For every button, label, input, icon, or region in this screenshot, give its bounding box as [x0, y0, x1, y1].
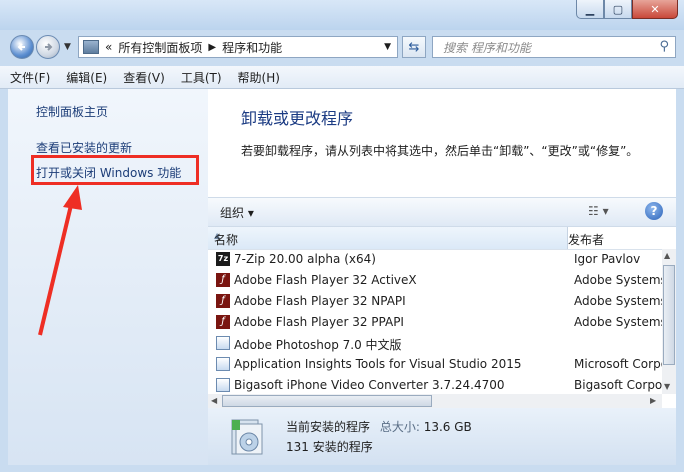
breadcrumb-programs[interactable]: 程序和功能: [222, 39, 282, 56]
table-row[interactable]: ƒ Adobe Flash Player 32 PPAPI Adobe Syst…: [208, 312, 662, 333]
total-size-value: 13.6 GB: [423, 420, 472, 434]
program-publisher: Igor Pavlov: [574, 252, 641, 266]
menu-view[interactable]: 查看(V): [117, 69, 171, 86]
program-name: Adobe Flash Player 32 PPAPI: [234, 315, 404, 329]
search-icon[interactable]: ⚲: [659, 39, 669, 54]
annotation-arrow-icon: [38, 185, 82, 336]
title-bar: ▁ ▢ ✕: [0, 0, 684, 30]
breadcrumb-chevron-icon[interactable]: ▶: [208, 42, 216, 53]
scroll-up-icon[interactable]: ▲: [664, 251, 670, 260]
program-name: Adobe Photoshop 7.0 中文版: [234, 338, 402, 352]
scroll-right-icon[interactable]: ▶: [650, 396, 656, 405]
sidebar: 控制面板主页 查看已安装的更新 打开或关闭 Windows 功能: [8, 89, 208, 465]
table-row[interactable]: 7z 7-Zip 20.00 alpha (x64) Igor Pavlov: [208, 249, 662, 270]
address-dropdown-icon[interactable]: ▼: [384, 42, 391, 52]
table-row[interactable]: ƒ Adobe Flash Player 32 ActiveX Adobe Sy…: [208, 270, 662, 291]
program-name: 7-Zip 20.00 alpha (x64): [234, 252, 376, 266]
program-icon: [216, 336, 230, 350]
table-row[interactable]: Application Insights Tools for Visual St…: [208, 354, 662, 375]
column-publisher[interactable]: 发布者: [568, 231, 604, 248]
horizontal-scrollbar[interactable]: ◀ ▶: [208, 394, 662, 408]
scroll-left-icon[interactable]: ◀: [211, 396, 217, 405]
search-box: ⚲: [432, 36, 676, 58]
program-name: Bigasoft iPhone Video Converter 3.7.24.4…: [234, 378, 505, 392]
table-row[interactable]: Bigasoft iPhone Video Converter 3.7.24.4…: [208, 375, 662, 394]
navigation-bar: ▼ « 所有控制面板项 ▶ 程序和功能 ▼ ⇆ ⚲: [0, 30, 684, 64]
program-publisher: Adobe Systems: [574, 294, 662, 308]
program-publisher: Microsoft Corporation: [574, 357, 662, 371]
close-button[interactable]: ✕: [632, 0, 678, 19]
flash-icon: ƒ: [216, 294, 230, 308]
program-publisher: Adobe Systems: [574, 273, 662, 287]
window-controls: ▁ ▢ ✕: [576, 0, 678, 19]
recent-pages-dropdown[interactable]: ▼: [64, 42, 71, 52]
program-publisher: Bigasoft Corporation: [574, 378, 662, 392]
table-row[interactable]: ƒ Adobe Flash Player 32 NPAPI Adobe Syst…: [208, 291, 662, 312]
vertical-scrollbar[interactable]: ▲ ▼: [662, 249, 676, 394]
menu-bar: 文件(F) 编辑(E) 查看(V) 工具(T) 帮助(H): [0, 66, 684, 89]
program-icon: [216, 378, 230, 392]
back-button[interactable]: [10, 35, 34, 59]
installed-programs-icon: [231, 419, 263, 455]
page-description: 若要卸载程序，请从列表中将其选中，然后单击“卸载”、“更改”或“修复”。: [241, 144, 639, 158]
flash-icon: ƒ: [216, 273, 230, 287]
main-panel: 卸载或更改程序 若要卸载程序，请从列表中将其选中，然后单击“卸载”、“更改”或“…: [208, 89, 676, 465]
menu-tools[interactable]: 工具(T): [175, 69, 228, 86]
program-icon: [216, 357, 230, 371]
breadcrumb-prefix[interactable]: «: [105, 40, 112, 54]
menu-edit[interactable]: 编辑(E): [60, 69, 113, 86]
address-bar[interactable]: « 所有控制面板项 ▶ 程序和功能 ▼: [78, 36, 398, 58]
menu-help[interactable]: 帮助(H): [232, 69, 286, 86]
program-name: Adobe Flash Player 32 NPAPI: [234, 294, 406, 308]
refresh-icon: ⇆: [408, 39, 420, 55]
7zip-icon: 7z: [216, 252, 230, 266]
view-options-button[interactable]: ☷ ▾: [588, 204, 609, 218]
page-title: 卸载或更改程序: [241, 109, 354, 128]
program-name: Application Insights Tools for Visual St…: [234, 357, 522, 371]
breadcrumb-all-items[interactable]: 所有控制面板项: [118, 39, 202, 56]
program-publisher: Adobe Systems: [574, 315, 662, 329]
maximize-button[interactable]: ▢: [604, 0, 632, 19]
column-header: ▲ 名称 发布者: [208, 227, 676, 250]
column-name[interactable]: ▲ 名称: [208, 227, 568, 249]
search-input[interactable]: [441, 38, 655, 58]
forward-button[interactable]: [36, 35, 60, 59]
installed-summary: 当前安装的程序 总大小: 13.6 GB: [286, 418, 472, 435]
menu-file[interactable]: 文件(F): [4, 69, 56, 86]
scroll-down-icon[interactable]: ▼: [664, 382, 670, 391]
help-icon[interactable]: ?: [645, 202, 663, 220]
table-row[interactable]: Adobe Photoshop 7.0 中文版: [208, 333, 662, 354]
refresh-button[interactable]: ⇆: [402, 36, 426, 58]
organize-button[interactable]: 组织 ▾: [220, 204, 254, 221]
vertical-scroll-thumb[interactable]: [663, 265, 675, 365]
total-size-label: 总大小:: [379, 420, 420, 434]
program-name: Adobe Flash Player 32 ActiveX: [234, 273, 417, 287]
arrow-right-icon: [45, 43, 53, 51]
column-name-label: 名称: [214, 233, 239, 247]
control-panel-icon: [83, 40, 99, 54]
installed-label: 当前安装的程序: [286, 420, 371, 434]
program-list: 7z 7-Zip 20.00 alpha (x64) Igor Pavlov ƒ…: [208, 249, 662, 394]
minimize-button[interactable]: ▁: [576, 0, 604, 19]
horizontal-scroll-thumb[interactable]: [222, 395, 432, 407]
command-toolbar: 组织 ▾ ☷ ▾ ?: [208, 197, 676, 227]
flash-icon: ƒ: [216, 315, 230, 329]
installed-count: 131 安装的程序: [286, 440, 373, 454]
arrow-left-icon: [17, 43, 25, 51]
details-pane: 当前安装的程序 总大小: 13.6 GB 131 安装的程序: [208, 408, 676, 465]
